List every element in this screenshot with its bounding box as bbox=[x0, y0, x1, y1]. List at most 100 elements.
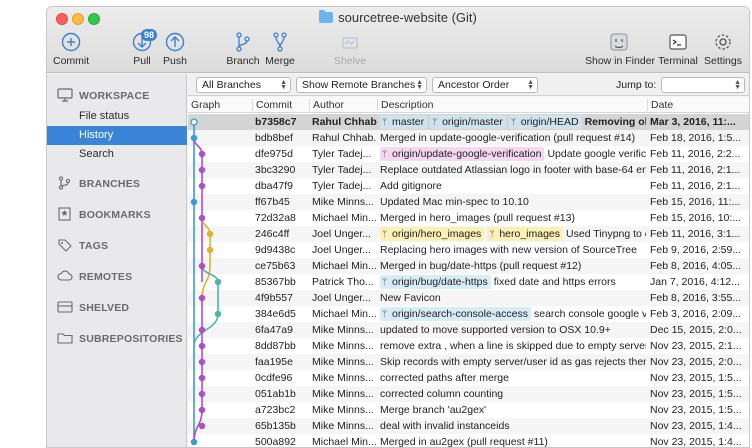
jump-to-dropdown[interactable]: ▲ ▼ bbox=[661, 77, 745, 93]
column-header-graph[interactable]: Graph bbox=[191, 99, 220, 111]
settings-button[interactable]: Settings bbox=[701, 31, 745, 67]
sidebar-tags[interactable]: TAGS bbox=[57, 238, 108, 252]
show-in-finder-button[interactable]: Show in Finder bbox=[585, 31, 655, 67]
graph-commit-node bbox=[190, 134, 198, 142]
branch-icon: ᛘ bbox=[382, 149, 388, 159]
commit-message: fixed date and https errors bbox=[493, 276, 616, 288]
commit-date: Nov 23, 2015, 1:4... bbox=[650, 436, 742, 448]
commit-message: Replace outdated Atlassian logo in foote… bbox=[380, 164, 646, 176]
commit-hash: dba47f9 bbox=[255, 180, 293, 192]
table-row[interactable]: faa195e Mike Minns... Skip records with em… bbox=[188, 354, 749, 370]
graph-commit-node bbox=[198, 342, 206, 350]
commit-description-cell: Merged in au2gex (pull request #11) bbox=[380, 434, 646, 447]
column-header-date[interactable]: Date bbox=[651, 99, 673, 111]
column-divider[interactable] bbox=[252, 99, 253, 111]
commit-hash: 4f9b557 bbox=[255, 292, 293, 304]
commit-date: Feb 8, 2016, 4:05... bbox=[650, 260, 742, 272]
column-divider[interactable] bbox=[647, 99, 648, 111]
branch-tag[interactable]: ᛘ origin/hero_images bbox=[380, 227, 485, 241]
table-row[interactable]: 9d9438c Joel Unger... Replacing hero image… bbox=[188, 242, 749, 258]
commit-author: Mike Minns... bbox=[312, 196, 374, 208]
branch-filter-dropdown[interactable]: All Branches ▲ ▼ bbox=[196, 77, 291, 93]
commit-hash: 65b135b bbox=[255, 420, 296, 432]
sidebar-shelved-label: SHELVED bbox=[79, 302, 130, 314]
branch-tag[interactable]: ᛘ origin/search-console-access bbox=[380, 307, 531, 321]
order-dropdown[interactable]: Ancestor Order ▲ ▼ bbox=[432, 77, 538, 93]
toolbar: sourcetree-website (Git) Commit 98 Pull … bbox=[47, 7, 749, 73]
branch-tag[interactable]: ᛘ origin/bug/date-https bbox=[380, 275, 491, 289]
branch-tag[interactable]: ᛘ hero_images bbox=[487, 227, 564, 241]
column-header-commit[interactable]: Commit bbox=[256, 99, 292, 111]
commit-message: Add gitignore bbox=[380, 180, 442, 192]
table-row[interactable]: 4f9b557 Joel Unger... New Favicon Feb 8, 20… bbox=[188, 290, 749, 306]
sidebar-remotes[interactable]: REMOTES bbox=[57, 269, 132, 283]
column-header-description[interactable]: Description bbox=[381, 99, 434, 111]
table-row[interactable]: 6fa47a9 Mike Minns... updated to move supp… bbox=[188, 322, 749, 338]
sidebar-item-file-status[interactable]: File status bbox=[47, 107, 187, 126]
branch-tag[interactable]: ᛘ origin/update-google-verification bbox=[380, 147, 545, 161]
table-row[interactable]: 3bc3290 Tyler Tadej... Replace outdated At… bbox=[188, 162, 749, 178]
table-row[interactable]: a723bc2 Mike Minns... Merge branch 'au2gex… bbox=[188, 402, 749, 418]
table-row[interactable]: bdb8bef Rahul Chhab... Merged in update-go… bbox=[188, 130, 749, 146]
terminal-button[interactable]: Terminal bbox=[657, 31, 699, 67]
table-row[interactable]: ce75b63 Michael Min... Merged in bug/date-… bbox=[188, 258, 749, 274]
commit-description-cell: New Favicon bbox=[380, 290, 646, 306]
table-row[interactable]: 65b135b Mike Minns... deal with invalid in… bbox=[188, 418, 749, 434]
branch-button[interactable]: Branch bbox=[225, 31, 261, 67]
graph-commit-node bbox=[198, 374, 206, 382]
pull-button[interactable]: 98 Pull bbox=[127, 29, 158, 67]
sidebar-item-history[interactable]: History bbox=[47, 126, 187, 145]
column-divider[interactable] bbox=[377, 99, 378, 111]
graph-commit-node bbox=[198, 166, 206, 174]
bookmark-icon bbox=[58, 207, 71, 221]
commit-description-cell: updated to move supported version to OSX… bbox=[380, 322, 646, 338]
commit-author: Mike Minns... bbox=[312, 388, 374, 400]
sidebar-workspace[interactable]: WORKSPACE bbox=[57, 88, 149, 102]
sidebar-bookmarks[interactable]: BOOKMARKS bbox=[57, 207, 151, 221]
branch-tag[interactable]: ᛘ origin/HEAD bbox=[508, 115, 582, 129]
column-divider[interactable] bbox=[309, 99, 310, 111]
column-header-author[interactable]: Author bbox=[313, 99, 344, 111]
graph-commit-node bbox=[214, 310, 222, 318]
merge-button[interactable]: Merge bbox=[261, 31, 299, 67]
table-row[interactable]: 246c4ff Joel Unger... ᛘ origin/hero_images ᛘ… bbox=[188, 226, 749, 242]
commit-hash: 6fa47a9 bbox=[255, 324, 293, 336]
sidebar-item-search[interactable]: Search bbox=[47, 145, 187, 164]
table-row[interactable]: 8dd87bb Mike Minns... remove extra , when … bbox=[188, 338, 749, 354]
commit-date: Mar 3, 2016, 11:... bbox=[650, 116, 736, 128]
commit-author: Mike Minns... bbox=[312, 356, 374, 368]
shelve-button[interactable]: Shelve bbox=[331, 31, 369, 67]
branch-tag[interactable]: ᛘ master bbox=[380, 115, 428, 129]
table-row[interactable]: 85367bb Patrick Tho... ᛘ origin/bug/date-ht… bbox=[188, 274, 749, 290]
table-row[interactable]: 500a892 Michael Min... Merged in au2gex (p… bbox=[188, 434, 749, 448]
table-row[interactable]: 051ab1b Mike Minns... corrected column co… bbox=[188, 386, 749, 402]
table-row[interactable]: 72d32a8 Michael Min... Merged in hero_imag… bbox=[188, 210, 749, 226]
sidebar-branches[interactable]: BRANCHES bbox=[57, 176, 140, 190]
table-row[interactable]: dba47f9 Tyler Tadej... Add gitignore Feb 11… bbox=[188, 178, 749, 194]
table-row[interactable]: b7358c7 Rahul Chhab... ᛘ master ᛘ origin/mast… bbox=[188, 114, 749, 130]
commit-date: Dec 15, 2015, 2:0... bbox=[650, 324, 742, 336]
commit-description-cell: Merged in bug/date-https (pull request #… bbox=[380, 258, 646, 274]
commit-message: search console google ver... bbox=[533, 308, 646, 320]
branch-tag-label: master bbox=[392, 116, 425, 128]
branch-tag-label: origin/master bbox=[442, 116, 503, 128]
branch-icon: ᛘ bbox=[489, 229, 495, 239]
commit-date: Feb 11, 2016, 2:2... bbox=[650, 148, 741, 160]
sidebar-shelved[interactable]: SHELVED bbox=[57, 300, 129, 314]
commit-hash: 72d32a8 bbox=[255, 212, 296, 224]
push-button[interactable]: Push bbox=[159, 31, 191, 67]
table-row[interactable]: dfe975d Tyler Tadej... ᛘ origin/update-goog… bbox=[188, 146, 749, 162]
commit-hash: ff67b45 bbox=[255, 196, 290, 208]
sidebar-subrepositories[interactable]: SUBREPOSITORIES bbox=[57, 331, 183, 345]
commit-message: Skip records with empty server/user id a… bbox=[380, 356, 646, 368]
branch-tag[interactable]: ᛘ origin/master bbox=[430, 115, 506, 129]
remote-filter-dropdown[interactable]: Show Remote Branches ▲ ▼ bbox=[296, 77, 427, 93]
commit-hash: 3bc3290 bbox=[255, 164, 296, 176]
commit-button[interactable]: Commit bbox=[53, 31, 89, 67]
table-row[interactable]: 0cdfe96 Mike Minns... corrected paths afte… bbox=[188, 370, 749, 386]
branch-icon: ᛘ bbox=[382, 229, 388, 239]
table-row[interactable]: ff67b45 Mike Minns... Updated Mac min-spec… bbox=[188, 194, 749, 210]
commit-author: Joel Unger... bbox=[312, 228, 371, 240]
commit-hash: bdb8bef bbox=[255, 132, 293, 144]
table-row[interactable]: 384e6d5 Michael Min... ᛘ origin/search-cons… bbox=[188, 306, 749, 322]
